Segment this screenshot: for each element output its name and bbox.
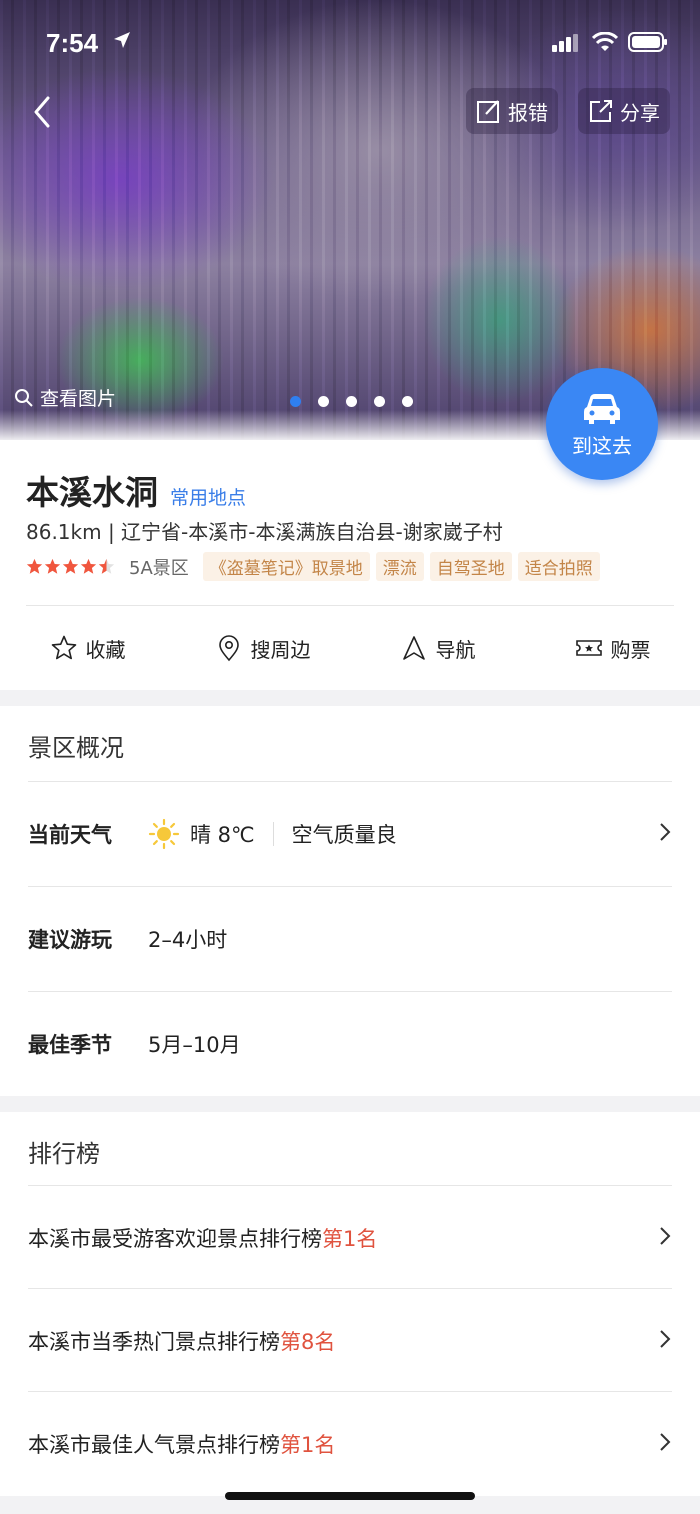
navigation-label: 导航 (435, 637, 476, 662)
weather-row[interactable]: 当前天气 晴 8℃ 空气质量良 (28, 781, 672, 885)
season-label: 最佳季节 (28, 1032, 112, 1057)
feature-tag: 自驾圣地 (429, 552, 512, 581)
location-pin-icon (218, 635, 239, 662)
navigation-button[interactable]: 导航 (350, 606, 525, 690)
duration-label: 建议游玩 (28, 927, 112, 952)
share-icon (590, 100, 612, 122)
car-icon (584, 394, 620, 424)
chevron-right-icon (660, 1227, 671, 1245)
ranking-text: 本溪市最佳人气景点排行榜 (28, 1432, 280, 1457)
ticket-icon (575, 640, 602, 656)
overview-section: 景区概况 当前天气 晴 8℃ 空气质量良 建议游玩 2–4小时 最佳季节 5月–… (0, 706, 700, 1096)
half-star-icon (98, 558, 115, 574)
duration-row: 建议游玩 2–4小时 (28, 886, 672, 990)
action-bar: 收藏 搜周边 导航 购票 (0, 606, 700, 690)
feature-tag: 《盗墓笔记》取景地 (202, 552, 370, 581)
page-dot (374, 396, 385, 407)
air-quality: 空气质量良 (291, 822, 397, 847)
search-nearby-button[interactable]: 搜周边 (175, 606, 350, 690)
status-time: 7:54 (46, 28, 99, 58)
location-arrow-icon (114, 32, 130, 48)
search-nearby-label: 搜周边 (250, 637, 311, 662)
status-bar: 7:54 (0, 0, 700, 86)
season-row: 最佳季节 5月–10月 (28, 991, 672, 1095)
back-button[interactable] (24, 90, 64, 134)
weather-label: 当前天气 (28, 822, 112, 847)
navigation-arrow-icon (402, 636, 425, 660)
report-error-button[interactable]: 报错 (466, 88, 558, 134)
ranking-item[interactable]: 本溪市当季热门景点排行榜第8名 (28, 1288, 672, 1392)
favorite-label: 收藏 (85, 637, 126, 662)
buy-ticket-label: 购票 (610, 637, 651, 662)
star-outline-icon (51, 635, 76, 660)
favorite-button[interactable]: 收藏 (0, 606, 175, 690)
rating-stars (26, 558, 115, 575)
star-icon (44, 558, 61, 574)
star-icon (26, 558, 43, 574)
sunny-icon (148, 818, 180, 849)
buy-ticket-button[interactable]: 购票 (525, 606, 700, 690)
home-indicator[interactable] (225, 1492, 475, 1500)
go-there-label: 到这去 (572, 434, 632, 458)
feature-tag: 适合拍照 (517, 552, 600, 581)
star-icon (62, 558, 79, 574)
ranking-position: 第1名 (280, 1432, 336, 1457)
season-value: 5月–10月 (148, 1032, 241, 1057)
go-there-button[interactable]: 到这去 (546, 368, 658, 480)
page-dot (290, 396, 301, 407)
divider (272, 821, 274, 846)
ranking-section: 排行榜 本溪市最受游客欢迎景点排行榜第1名 本溪市当季热门景点排行榜第8名 本溪… (0, 1112, 700, 1496)
ranking-position: 第1名 (322, 1226, 378, 1251)
view-photos-button[interactable]: 查看图片 (14, 384, 116, 411)
share-button[interactable]: 分享 (578, 88, 670, 134)
search-icon (15, 388, 33, 407)
page-dot (346, 396, 357, 407)
common-place-tag[interactable]: 常用地点 (170, 483, 246, 510)
chevron-right-icon (660, 823, 671, 841)
chevron-right-icon (660, 1433, 671, 1451)
place-name: 本溪水洞 (26, 473, 158, 512)
ranking-text: 本溪市最受游客欢迎景点排行榜 (28, 1226, 322, 1251)
section-title: 排行榜 (28, 1140, 100, 1168)
edit-icon (477, 100, 499, 123)
star-icon (80, 558, 97, 574)
page-dot (402, 396, 413, 407)
ranking-position: 第8名 (280, 1329, 336, 1354)
view-photos-label: 查看图片 (40, 388, 117, 410)
ranking-item[interactable]: 本溪市最佳人气景点排行榜第1名 (28, 1391, 672, 1495)
duration-value: 2–4小时 (148, 927, 228, 952)
report-label: 报错 (508, 100, 548, 125)
gallery-pagination (290, 396, 413, 407)
signal-icon (552, 34, 578, 52)
section-title: 景区概况 (28, 734, 124, 762)
ranking-item[interactable]: 本溪市最受游客欢迎景点排行榜第1名 (28, 1185, 672, 1289)
scenic-level: 5A景区 (129, 557, 189, 579)
wifi-icon (592, 32, 618, 51)
chevron-right-icon (660, 1330, 671, 1348)
feature-tag: 漂流 (375, 552, 424, 581)
ranking-text: 本溪市当季热门景点排行榜 (28, 1329, 280, 1354)
place-address: 86.1km | 辽宁省-本溪市-本溪满族自治县-谢家崴子村 (26, 520, 503, 544)
share-label: 分享 (620, 100, 660, 125)
page-dot (318, 396, 329, 407)
battery-icon (628, 32, 667, 52)
weather-value: 晴 8℃ (190, 822, 255, 847)
